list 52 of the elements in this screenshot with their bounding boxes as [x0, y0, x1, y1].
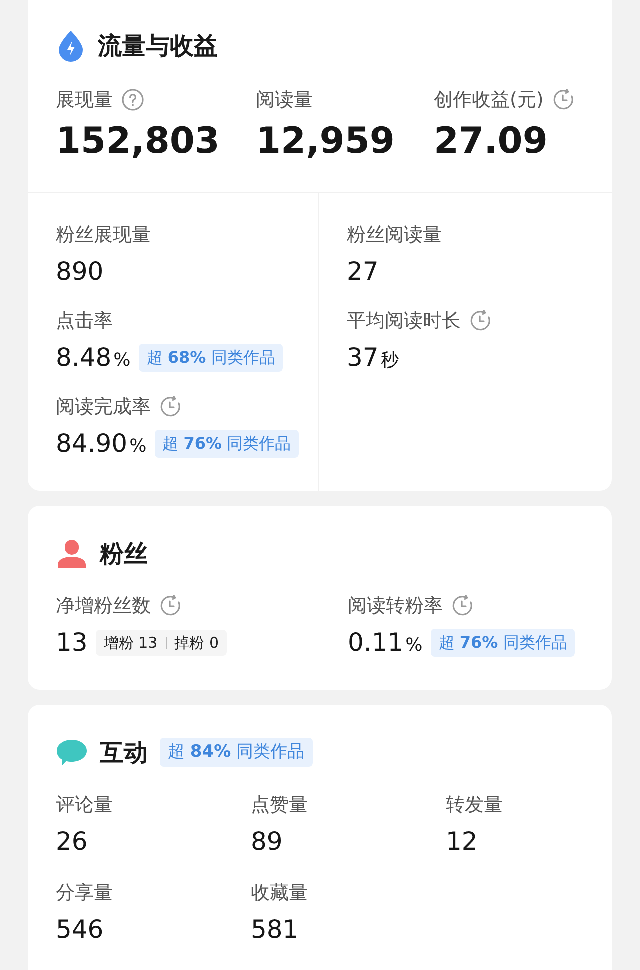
metric-label: 平均阅读时长	[347, 308, 461, 334]
metric-value: 890	[56, 256, 104, 288]
metric-value: 546	[56, 914, 104, 946]
metric-label: 阅读量	[256, 88, 313, 113]
help-icon[interactable]	[121, 88, 145, 112]
history-icon[interactable]	[469, 308, 493, 333]
metric-value: 37	[347, 342, 379, 374]
metric-label: 转发量	[446, 792, 503, 818]
metric-value: 89	[251, 826, 283, 858]
section-title: 流量与收益	[98, 31, 218, 62]
unit-label: 秒	[380, 349, 399, 373]
metric-label: 分享量	[56, 880, 113, 906]
section-title: 粉丝	[100, 538, 148, 570]
unit-label: %	[406, 634, 423, 658]
lightning-drop-icon	[56, 30, 86, 62]
person-icon	[56, 538, 88, 570]
metric-value: 84.90	[56, 428, 128, 460]
section-title: 互动	[100, 738, 148, 768]
metric-value: 26	[56, 826, 88, 858]
history-icon[interactable]	[451, 594, 475, 618]
metric-value: 581	[251, 914, 299, 946]
ranking-badge: 超 76% 同类作品	[154, 430, 300, 458]
metric-value: 0.11	[348, 627, 404, 659]
metric-value: 27	[347, 256, 379, 288]
history-icon[interactable]	[159, 394, 183, 419]
metric-label: 收藏量	[251, 880, 308, 906]
metric-label: 阅读转粉率	[348, 594, 443, 618]
metric-label: 创作收益(元)	[434, 88, 544, 113]
ranking-badge: 超 76% 同类作品	[430, 628, 576, 657]
headline-value: 12,959	[256, 120, 396, 164]
history-icon[interactable]	[552, 88, 576, 112]
fan-change-text: 掉粉 0	[174, 632, 220, 654]
ranking-badge: 超 68% 同类作品	[138, 344, 284, 372]
headline-value: 152,803	[56, 120, 221, 164]
fan-change-text: 增粉 13	[104, 632, 158, 654]
metric-label: 阅读完成率	[56, 394, 151, 420]
metric-label: 展现量	[56, 88, 113, 113]
metric-label: 粉丝阅读量	[347, 222, 442, 248]
metric-label: 粉丝展现量	[56, 222, 151, 248]
metric-label: 点击率	[56, 308, 113, 334]
history-icon[interactable]	[159, 594, 183, 618]
metric-value: 8.48	[56, 342, 112, 374]
metric-value: 13	[56, 627, 88, 659]
headline-value: 27.09	[434, 120, 549, 164]
unit-label: %	[114, 349, 131, 373]
metric-label: 净增粉丝数	[56, 594, 151, 618]
speech-bubble-icon	[56, 738, 88, 768]
metric-value: 12	[446, 826, 478, 858]
ranking-badge: 超 84% 同类作品	[160, 738, 313, 768]
unit-label: %	[130, 435, 147, 459]
metric-label: 评论量	[56, 792, 113, 818]
metric-label: 点赞量	[251, 792, 308, 818]
